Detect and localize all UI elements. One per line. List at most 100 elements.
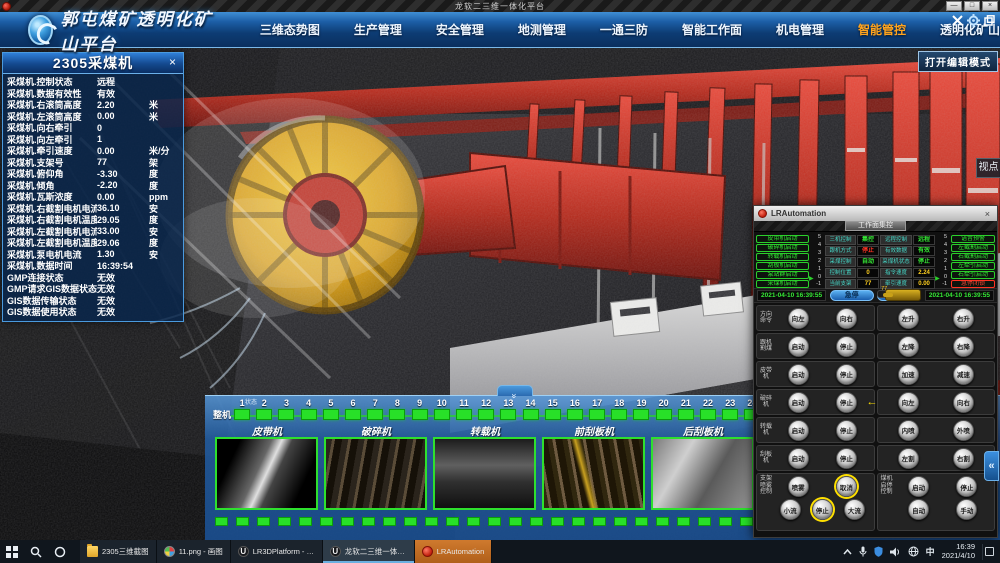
support-square-3[interactable] [278, 517, 291, 526]
taskbar-app-3[interactable]: U龙软二三维一体化... [323, 540, 415, 563]
support-square-12[interactable] [467, 517, 480, 526]
round-button-启动[interactable]: 启动 [908, 476, 929, 497]
nav-item-7[interactable]: 智能管控 [858, 21, 906, 38]
nav-item-6[interactable]: 机电管理 [776, 21, 824, 38]
round-button-启动[interactable]: 启动 [788, 364, 809, 385]
camera-thumbnail-4[interactable] [651, 437, 754, 510]
tools-icon[interactable] [951, 14, 964, 27]
round-button-向右[interactable]: 向右 [953, 392, 974, 413]
round-button-减速[interactable]: 减速 [953, 364, 974, 385]
gear-icon[interactable] [967, 14, 980, 27]
speaker-icon[interactable] [890, 547, 901, 557]
microphone-icon[interactable] [859, 546, 867, 557]
nav-item-3[interactable]: 地测管理 [518, 21, 566, 38]
nav-item-5[interactable]: 智能工作面 [682, 21, 742, 38]
nav-item-4[interactable]: 一通三防 [600, 21, 648, 38]
interlock-right-button-3[interactable]: 左牵引启动 [951, 262, 995, 270]
support-square-2[interactable] [257, 517, 270, 526]
support-square-11[interactable] [446, 517, 459, 526]
support-square-23[interactable] [698, 517, 711, 526]
channel-22[interactable]: 22 [697, 398, 719, 420]
interlock-left-button-2[interactable]: 转载机启动 [756, 253, 809, 261]
channel-23[interactable]: 23 [719, 398, 741, 420]
channel-4[interactable]: 4 [298, 398, 320, 420]
round-button-停止[interactable]: 停止 [836, 392, 857, 413]
cortana-icon[interactable] [48, 540, 72, 563]
interlock-left-button-3[interactable]: 刮板机启动 [756, 262, 809, 270]
support-square-13[interactable] [488, 517, 501, 526]
emergency-stop-button[interactable]: 急停闭锁 [951, 280, 995, 288]
channel-19[interactable]: 19 [630, 398, 652, 420]
ime-indicator[interactable]: 中 [926, 545, 935, 558]
taskbar-app-1[interactable]: 11.png - 画图 [157, 540, 231, 563]
interlock-left-button-4[interactable]: 泵站群启动 [756, 271, 809, 279]
round-button-右降[interactable]: 右降 [953, 336, 974, 357]
support-square-17[interactable] [572, 517, 585, 526]
tab-workface-control[interactable]: 工作面集控 [845, 221, 906, 231]
minimize-button[interactable]: — [946, 1, 962, 11]
support-square-7[interactable] [362, 517, 375, 526]
round-button-左升[interactable]: 左升 [898, 308, 919, 329]
camera-thumbnail-0[interactable] [215, 437, 318, 510]
round-button-大流[interactable]: 大流 [844, 499, 865, 520]
tray-chevron-up-icon[interactable] [843, 549, 852, 555]
channel-15[interactable]: 15 [542, 398, 564, 420]
channel-21[interactable]: 21 [675, 398, 697, 420]
support-square-16[interactable] [551, 517, 564, 526]
channel-20[interactable]: 20 [653, 398, 675, 420]
channel-7[interactable]: 7 [364, 398, 386, 420]
camera-thumbnail-1[interactable] [324, 437, 427, 510]
support-square-5[interactable] [320, 517, 333, 526]
round-button-启动[interactable]: 启动 [788, 392, 809, 413]
round-button-停止[interactable]: 停止 [836, 336, 857, 357]
interlock-left-button-5[interactable]: 采煤机启动 [756, 280, 809, 288]
interlock-right-button-4[interactable]: 右牵引启动 [951, 271, 995, 279]
interlock-left-button-0[interactable]: 皮带机启动 [756, 235, 809, 243]
camera-thumbnail-3[interactable] [542, 437, 645, 510]
interlock-right-button-2[interactable]: 右截割启动 [951, 253, 995, 261]
round-button-停止[interactable]: 停止 [836, 420, 857, 441]
search-icon[interactable] [24, 540, 48, 563]
support-square-19[interactable] [614, 517, 627, 526]
collapse-cameras-button[interactable]: » [497, 385, 533, 396]
security-shield-icon[interactable] [874, 546, 883, 557]
interlock-right-button-1[interactable]: 左截割启动 [951, 244, 995, 252]
round-button-启动[interactable]: 启动 [788, 336, 809, 357]
round-button-停止[interactable]: 停止 [836, 364, 857, 385]
notification-center-icon[interactable] [982, 544, 996, 560]
round-button-停止[interactable]: 停止 [836, 448, 857, 469]
taskbar-app-2[interactable]: ULR3DPlatform - U... [231, 540, 323, 563]
round-button-启动[interactable]: 启动 [788, 420, 809, 441]
panel-collapse-chevron-icon[interactable]: « [984, 451, 999, 481]
support-square-6[interactable] [341, 517, 354, 526]
round-button-右升[interactable]: 右升 [953, 308, 974, 329]
round-button-向左[interactable]: 向左 [898, 392, 919, 413]
round-button-自动[interactable]: 自动 [908, 499, 929, 520]
interlock-left-button-1[interactable]: 破碎机启动 [756, 244, 809, 252]
channel-12[interactable]: 12 [475, 398, 497, 420]
viewpoint-tab[interactable]: 视点 [976, 158, 1000, 178]
channel-17[interactable]: 17 [586, 398, 608, 420]
channel-9[interactable]: 9 [409, 398, 431, 420]
support-square-10[interactable] [425, 517, 438, 526]
round-button-停止[interactable]: 停止 [956, 476, 977, 497]
channel-1[interactable]: 1 [231, 398, 253, 420]
round-button-向左[interactable]: 向左 [788, 308, 809, 329]
support-square-21[interactable] [656, 517, 669, 526]
interlock-right-button-0[interactable]: 语音预警 [951, 235, 995, 243]
channel-13[interactable]: 13 [497, 398, 519, 420]
nav-item-2[interactable]: 安全管理 [436, 21, 484, 38]
round-button-喷雾[interactable]: 喷雾 [788, 476, 809, 497]
support-square-25[interactable] [740, 517, 753, 526]
support-square-1[interactable] [236, 517, 249, 526]
panel-close-icon[interactable]: × [165, 55, 180, 70]
support-square-18[interactable] [593, 517, 606, 526]
support-square-20[interactable] [635, 517, 648, 526]
channel-3[interactable]: 3 [275, 398, 297, 420]
support-square-8[interactable] [383, 517, 396, 526]
round-button-加速[interactable]: 加速 [898, 364, 919, 385]
support-square-22[interactable] [677, 517, 690, 526]
support-square-15[interactable] [530, 517, 543, 526]
channel-16[interactable]: 16 [564, 398, 586, 420]
support-square-9[interactable] [404, 517, 417, 526]
